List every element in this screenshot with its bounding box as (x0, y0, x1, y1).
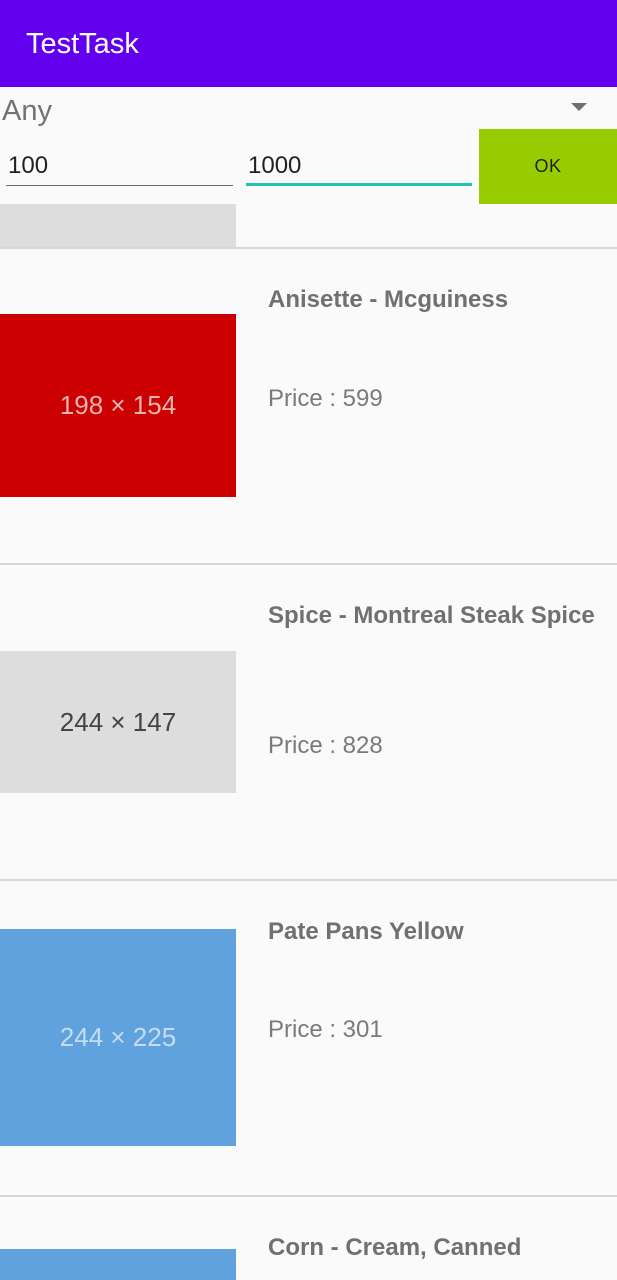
category-spinner[interactable]: Any (0, 88, 617, 132)
product-image[interactable]: 244 × 147 (0, 651, 236, 793)
list-divider (0, 247, 617, 249)
list-divider (0, 879, 617, 881)
ok-button[interactable]: OK (479, 129, 617, 204)
product-image[interactable]: 198 × 154 (0, 314, 236, 497)
product-image[interactable] (0, 1249, 236, 1280)
category-value: Any (2, 95, 52, 127)
product-image[interactable]: 244 × 225 (0, 929, 236, 1146)
list-divider (0, 563, 617, 565)
product-name: Pate Pans Yellow (268, 918, 464, 945)
app-title: TestTask (26, 28, 139, 60)
product-price: Price : 301 (268, 1016, 383, 1043)
product-name: Corn - Cream, Canned (268, 1234, 522, 1261)
list-divider (0, 1195, 617, 1197)
product-price: Price : 828 (268, 732, 383, 759)
app-bar: TestTask (0, 0, 617, 87)
product-name: Anisette - Mcguiness (268, 286, 509, 313)
product-name: Spice - Montreal Steak Spice (268, 602, 595, 629)
product-price: Price : 599 (268, 385, 383, 412)
dropdown-arrow-icon[interactable] (571, 103, 587, 111)
max-price-input[interactable]: 1000 (246, 146, 472, 186)
min-price-input[interactable]: 100 (6, 146, 233, 186)
partial-product-image (0, 204, 236, 247)
